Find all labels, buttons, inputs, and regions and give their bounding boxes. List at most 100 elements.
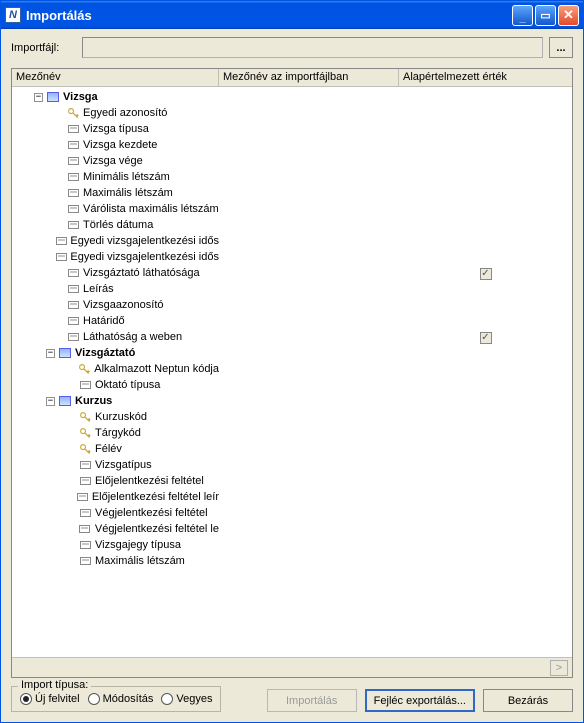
tree-item-row[interactable]: Egyedi vizsgajelentkezési idős — [12, 249, 572, 265]
expander-icon[interactable]: − — [34, 93, 43, 102]
group-label: Vizsga — [63, 89, 98, 105]
tree-item-row[interactable]: Vizsgáztató láthatósága ✓ — [12, 265, 572, 281]
field-icon — [66, 267, 80, 279]
item-label: Vizsga típusa — [83, 121, 149, 137]
item-label: Egyedi vizsgajelentkezési idős — [70, 249, 219, 265]
import-type-option[interactable]: Új felvitel — [20, 693, 80, 705]
field-icon — [66, 331, 80, 343]
item-label: Vizsgaazonosító — [83, 297, 164, 313]
radio-label: Új felvitel — [35, 693, 80, 705]
field-icon — [78, 507, 92, 519]
import-type-option[interactable]: Vegyes — [161, 693, 212, 705]
tree-item-row[interactable]: Vizsga vége — [12, 153, 572, 169]
scroll-right-button[interactable]: > — [550, 660, 568, 676]
tree-item-row[interactable]: Vizsgaazonosító — [12, 297, 572, 313]
tree-item-row[interactable]: Alkalmazott Neptun kódja — [12, 361, 572, 377]
tree-item-row[interactable]: Oktató típusa — [12, 377, 572, 393]
key-icon — [66, 107, 80, 119]
tree-item-row[interactable]: Előjelentkezési feltétel leír — [12, 489, 572, 505]
column-header-default[interactable]: Alapértelmezett érték — [399, 69, 572, 86]
item-label: Vizsgatípus — [95, 457, 152, 473]
tree-item-row[interactable]: Határidő — [12, 313, 572, 329]
close-button[interactable]: ✕ — [558, 5, 579, 26]
item-label: Félév — [95, 441, 122, 457]
tree-item-row[interactable]: Láthatóság a weben ✓ — [12, 329, 572, 345]
tree-item-row[interactable]: Vizsga típusa — [12, 121, 572, 137]
table-icon — [58, 395, 72, 407]
item-label: Végjelentkezési feltétel le — [95, 521, 219, 537]
tree-item-row[interactable]: Félév — [12, 441, 572, 457]
tree-item-row[interactable]: Kurzuskód — [12, 409, 572, 425]
maximize-button[interactable]: ▭ — [535, 5, 556, 26]
import-type-legend: Import típusa: — [18, 679, 91, 691]
radio-label: Módosítás — [103, 693, 154, 705]
field-icon — [66, 219, 80, 231]
key-icon — [78, 411, 92, 423]
content-area: Importfájl: ... Mezőnév Mezőnév az impor… — [1, 29, 583, 722]
titlebar: N Importálás _ ▭ ✕ — [1, 1, 583, 29]
tree-group-row[interactable]: −Vizsgáztató — [12, 345, 572, 361]
field-icon — [78, 459, 92, 471]
tree-item-row[interactable]: Egyedi azonosító — [12, 105, 572, 121]
item-label: Láthatóság a weben — [83, 329, 182, 345]
close-dialog-button[interactable]: Bezárás — [483, 689, 573, 712]
importfile-input[interactable] — [82, 37, 543, 58]
app-icon: N — [5, 7, 21, 23]
import-type-group: Import típusa: Új felvitelMódosításVegye… — [11, 686, 221, 712]
browse-button[interactable]: ... — [549, 37, 573, 58]
checkbox-icon[interactable]: ✓ — [480, 268, 492, 280]
import-button[interactable]: Importálás — [267, 689, 357, 712]
expander-icon[interactable]: − — [46, 349, 55, 358]
table-icon — [46, 91, 60, 103]
tree-group-row[interactable]: − Vizsga — [12, 89, 572, 105]
tree-item-row[interactable]: Egyedi vizsgajelentkezési idős — [12, 233, 572, 249]
item-label: Oktató típusa — [95, 377, 160, 393]
item-label: Leírás — [83, 281, 114, 297]
field-icon — [75, 491, 88, 503]
tree-item-row[interactable]: Maximális létszám — [12, 185, 572, 201]
importfile-label: Importfájl: — [11, 42, 76, 54]
tree-item-row[interactable]: Várólista maximális létszám — [12, 201, 572, 217]
bottom-buttons: Importálás Fejléc exportálás... Bezárás — [231, 689, 573, 712]
field-icon — [66, 155, 80, 167]
export-header-button[interactable]: Fejléc exportálás... — [365, 689, 475, 712]
importfile-row: Importfájl: ... — [11, 37, 573, 58]
tree-item-row[interactable]: Vizsgatípus — [12, 457, 572, 473]
tree-grid: Mezőnév Mezőnév az importfájlban Alapért… — [11, 68, 573, 678]
tree-item-row[interactable]: Vizsga kezdete — [12, 137, 572, 153]
field-icon — [78, 379, 92, 391]
tree-item-row[interactable]: Maximális létszám — [12, 553, 572, 569]
item-label: Várólista maximális létszám — [83, 201, 219, 217]
tree-item-row[interactable]: Tárgykód — [12, 425, 572, 441]
tree-item-row[interactable]: Végjelentkezési feltétel — [12, 505, 572, 521]
field-icon — [66, 299, 80, 311]
tree-item-row[interactable]: Törlés dátuma — [12, 217, 572, 233]
item-label: Vizsgajegy típusa — [95, 537, 181, 553]
tree-item-row[interactable]: Leírás — [12, 281, 572, 297]
field-icon — [78, 555, 92, 567]
minimize-button[interactable]: _ — [512, 5, 533, 26]
field-icon — [66, 139, 80, 151]
tree-item-row[interactable]: Előjelentkezési feltétel — [12, 473, 572, 489]
radio-icon — [20, 693, 32, 705]
dialog-window: N Importálás _ ▭ ✕ Importfájl: ... Mezőn… — [0, 0, 584, 723]
field-icon — [66, 187, 80, 199]
item-label: Maximális létszám — [95, 553, 185, 569]
field-icon — [56, 251, 67, 263]
item-label: Törlés dátuma — [83, 217, 153, 233]
item-label: Kurzuskód — [95, 409, 147, 425]
item-label: Vizsgáztató láthatósága — [83, 265, 200, 281]
item-label: Határidő — [83, 313, 125, 329]
tree-group-row[interactable]: −Kurzus — [12, 393, 572, 409]
expander-icon[interactable]: − — [46, 397, 55, 406]
tree-item-row[interactable]: Minimális létszám — [12, 169, 572, 185]
import-type-option[interactable]: Módosítás — [88, 693, 154, 705]
checkbox-icon[interactable]: ✓ — [480, 332, 492, 344]
item-label: Alkalmazott Neptun kódja — [94, 361, 219, 377]
column-header-importname[interactable]: Mezőnév az importfájlban — [219, 69, 399, 86]
tree-item-row[interactable]: Vizsgajegy típusa — [12, 537, 572, 553]
tree-item-row[interactable]: Végjelentkezési feltétel le — [12, 521, 572, 537]
item-label: Tárgykód — [95, 425, 141, 441]
field-icon — [66, 283, 80, 295]
column-header-name[interactable]: Mezőnév — [12, 69, 219, 86]
